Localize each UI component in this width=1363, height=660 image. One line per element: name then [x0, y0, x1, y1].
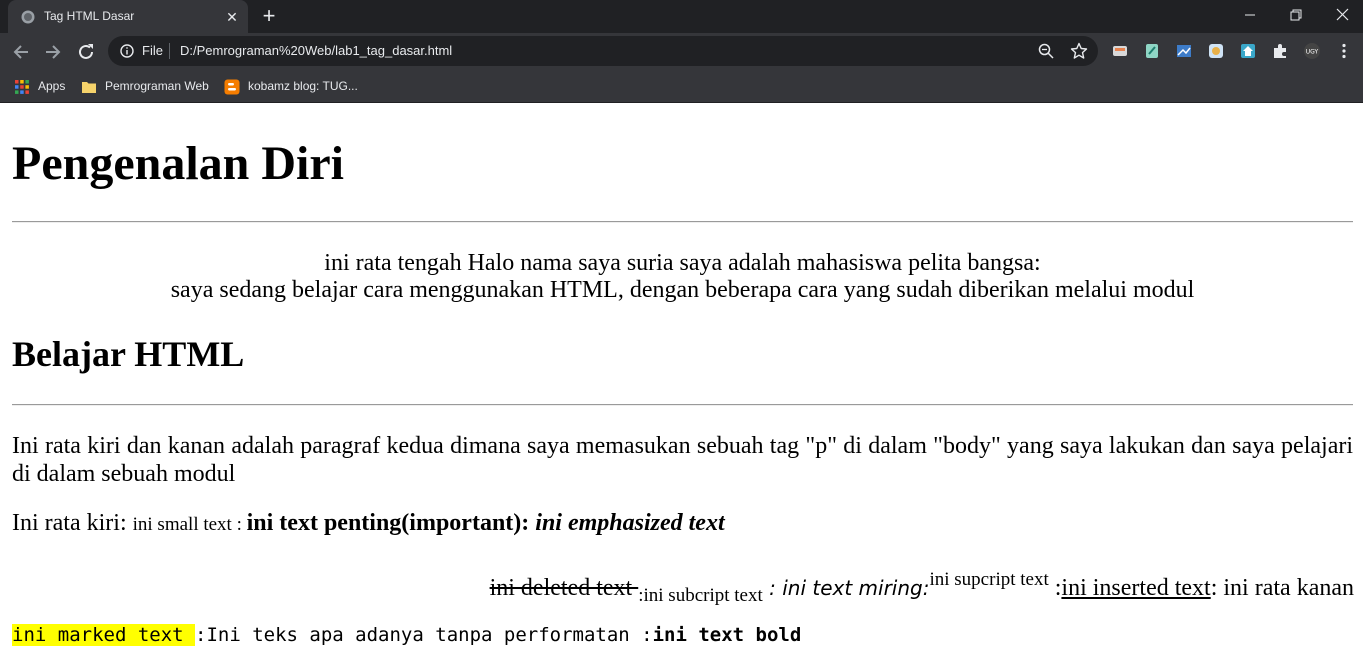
- tab-active[interactable]: Tag HTML Dasar ✕: [8, 0, 248, 33]
- plain-text: :Ini teks apa adanya tanpa performatan :: [195, 624, 653, 646]
- divider: [12, 404, 1353, 406]
- info-icon[interactable]: [120, 44, 134, 58]
- bold-text: ini text bold: [652, 624, 802, 646]
- ins-separator: :: [1048, 575, 1062, 601]
- close-window-icon[interactable]: [1319, 0, 1363, 30]
- bookmark-star-icon[interactable]: [1070, 42, 1088, 60]
- inserted-text: ini inserted text: [1061, 575, 1211, 601]
- scheme-label: File: [142, 43, 163, 58]
- back-icon[interactable]: [10, 41, 32, 63]
- right-suffix: : ini rata kanan: [1210, 575, 1354, 601]
- left-prefix: Ini rata kiri:: [12, 510, 133, 536]
- extension-icon[interactable]: [1175, 42, 1193, 60]
- divider: [12, 221, 1353, 223]
- address-bar[interactable]: File D:/Pemrograman%20Web/lab1_tag_dasar…: [108, 36, 1098, 66]
- apps-grid-icon: [15, 80, 29, 94]
- deleted-text: ini deleted text: [489, 575, 639, 601]
- new-tab-button[interactable]: +: [258, 5, 280, 28]
- marked-text: ini marked text: [12, 624, 196, 646]
- tab-strip: Tag HTML Dasar ✕ +: [0, 0, 1363, 33]
- extension-icon[interactable]: [1143, 42, 1161, 60]
- extension-icon[interactable]: [1207, 42, 1225, 60]
- address-separator: [169, 43, 170, 59]
- centered-line-1: ini rata tengah Halo nama saya suria say…: [324, 250, 1041, 276]
- svg-text:UGY: UGY: [1306, 49, 1319, 56]
- page-heading-1: Pengenalan Diri: [12, 137, 344, 190]
- superscript-text: ini supcript text: [929, 569, 1049, 590]
- centered-line-2: saya sedang belajar cara menggunakan HTM…: [170, 277, 1195, 303]
- url-text[interactable]: D:/Pemrograman%20Web/lab1_tag_dasar.html: [180, 43, 452, 58]
- bookmarks-bar: Apps Pemrograman Web kobamz blog: TUG...: [0, 70, 1363, 103]
- left-aligned-paragraph: Ini rata kiri: ini small text : ini text…: [12, 509, 725, 539]
- folder-icon: [82, 82, 96, 93]
- emphasized-text: ini emphasized text: [535, 510, 725, 536]
- menu-kebab-icon[interactable]: [1335, 42, 1353, 60]
- globe-icon: [21, 10, 35, 24]
- bookmark-label: Pemrograman Web: [105, 79, 209, 93]
- close-icon[interactable]: ✕: [222, 7, 242, 27]
- bookmark-label: Apps: [38, 79, 66, 93]
- zoom-icon[interactable]: [1038, 43, 1054, 59]
- page-content: Pengenalan Diri ini rata tengah Halo nam…: [0, 103, 1363, 660]
- subscript-text: :ini subcript text: [638, 585, 763, 606]
- preformatted-paragraph: ini marked text :Ini teks apa adanya tan…: [12, 621, 801, 649]
- italic-text: : ini text miring:: [762, 576, 930, 600]
- restore-icon[interactable]: [1273, 0, 1319, 30]
- bookmark-label: kobamz blog: TUG...: [248, 79, 358, 93]
- browser-toolbar: File D:/Pemrograman%20Web/lab1_tag_dasar…: [0, 33, 1363, 70]
- small-text: ini small text :: [132, 514, 247, 535]
- centered-paragraph: ini rata tengah Halo nama saya suria say…: [12, 250, 1353, 304]
- puzzle-icon[interactable]: [1271, 42, 1289, 60]
- strong-text: ini text penting(important): ini emphasi…: [246, 510, 725, 536]
- blogger-icon: [224, 79, 240, 95]
- reload-icon[interactable]: [75, 41, 97, 63]
- extension-icon[interactable]: [1239, 42, 1257, 60]
- extension-icon[interactable]: UGY: [1303, 42, 1321, 60]
- forward-icon[interactable]: [42, 41, 64, 63]
- minimize-icon[interactable]: [1227, 0, 1273, 30]
- page-heading-2: Belajar HTML: [12, 334, 245, 374]
- tab-title: Tag HTML Dasar: [44, 9, 135, 23]
- justified-paragraph: Ini rata kiri dan kanan adalah paragraf …: [12, 433, 1353, 487]
- extension-icon[interactable]: [1111, 42, 1129, 60]
- right-aligned-paragraph: ini deleted text :ini subcript text : in…: [490, 566, 1354, 610]
